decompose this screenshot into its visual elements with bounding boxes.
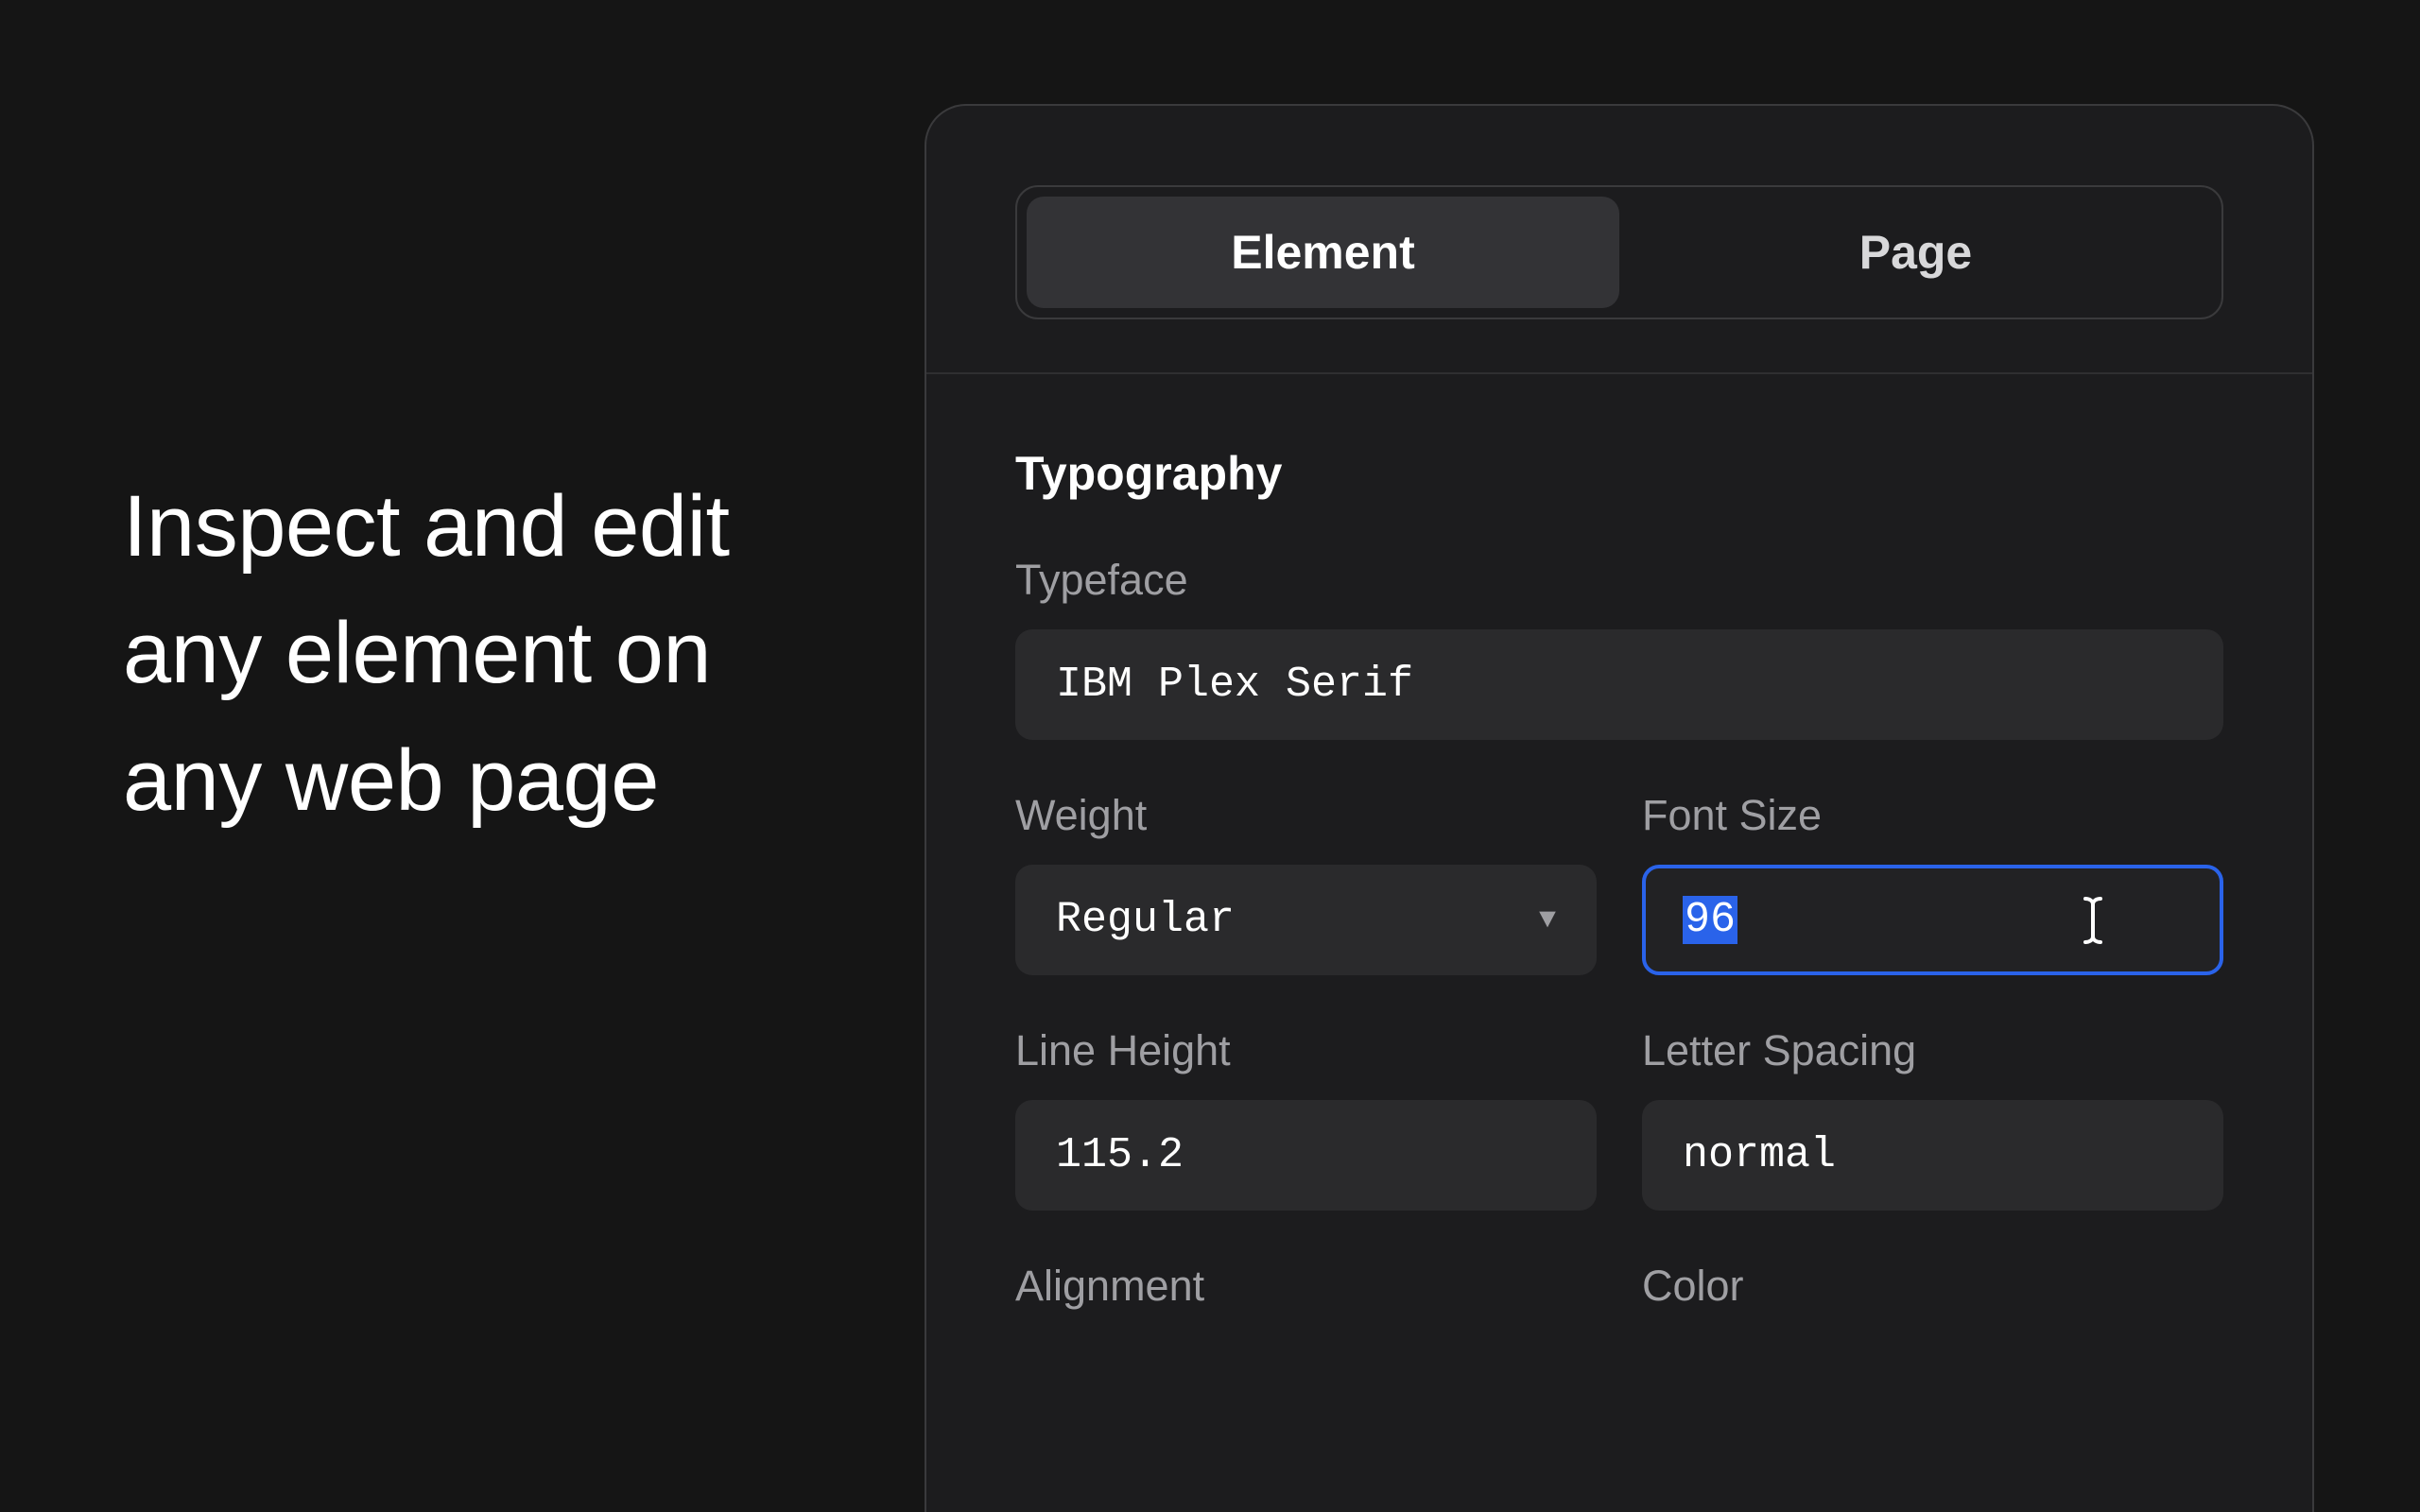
letterspacing-label: Letter Spacing [1642, 1026, 2223, 1075]
inspector-panel: Element Page Typography Typeface IBM Ple… [925, 104, 2314, 1512]
typeface-input[interactable]: IBM Plex Serif [1015, 629, 2223, 740]
typeface-label: Typeface [1015, 556, 2223, 605]
weight-label: Weight [1015, 791, 1597, 840]
divider [926, 372, 2312, 374]
section-title-typography: Typography [1015, 446, 2223, 501]
tab-page[interactable]: Page [1619, 197, 2212, 308]
alignment-label: Alignment [1015, 1262, 1597, 1311]
weight-value: Regular [1056, 896, 1235, 944]
color-label: Color [1642, 1262, 2223, 1311]
marketing-headline: Inspect and edit any element on any web … [123, 463, 804, 844]
tab-element[interactable]: Element [1027, 197, 1619, 308]
letterspacing-input[interactable]: normal [1642, 1100, 2223, 1211]
chevron-down-icon: ▼ [1539, 904, 1556, 936]
fontsize-value: 96 [1683, 896, 1737, 944]
text-cursor-icon [2076, 895, 2110, 946]
tab-bar: Element Page [1015, 185, 2223, 319]
fontsize-input[interactable]: 96 [1642, 865, 2223, 975]
fontsize-label: Font Size [1642, 791, 2223, 840]
lineheight-label: Line Height [1015, 1026, 1597, 1075]
lineheight-input[interactable]: 115.2 [1015, 1100, 1597, 1211]
weight-select[interactable]: Regular ▼ [1015, 865, 1597, 975]
